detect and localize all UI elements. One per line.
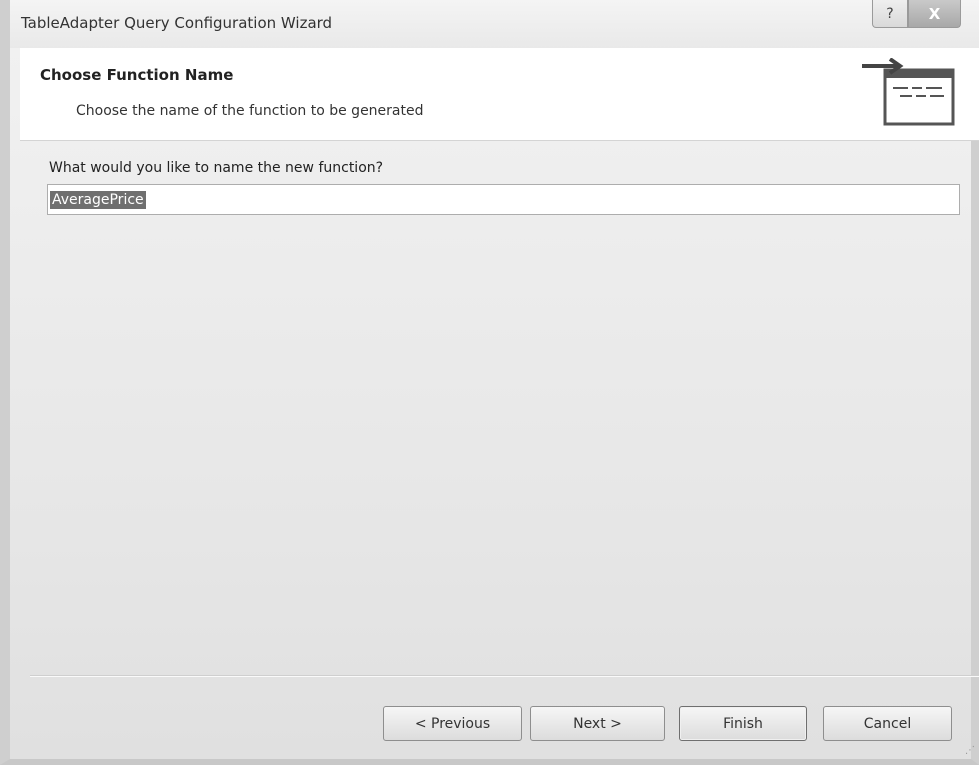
button-separator [30,675,979,677]
function-name-label: What would you like to name the new func… [49,160,384,176]
close-button[interactable]: X [908,0,961,28]
function-name-input[interactable]: AveragePrice [47,184,960,215]
window-title: TableAdapter Query Configuration Wizard [21,14,333,32]
cancel-button[interactable]: Cancel [823,706,952,741]
page-title: Choose Function Name [40,66,234,84]
title-bar[interactable]: TableAdapter Query Configuration Wizard … [10,0,979,48]
next-button[interactable]: Next > [530,706,665,741]
close-icon: X [928,4,941,23]
function-window-icon [862,58,955,126]
previous-button[interactable]: < Previous [383,706,522,741]
help-button[interactable]: ? [872,0,908,28]
header-panel [20,48,979,141]
resize-grip-icon[interactable]: ⋰ [965,745,975,756]
help-icon: ? [886,5,894,22]
wizard-window: TableAdapter Query Configuration Wizard … [0,0,979,765]
finish-button[interactable]: Finish [679,706,807,741]
page-subtitle: Choose the name of the function to be ge… [76,103,424,119]
function-name-value: AveragePrice [50,190,146,209]
